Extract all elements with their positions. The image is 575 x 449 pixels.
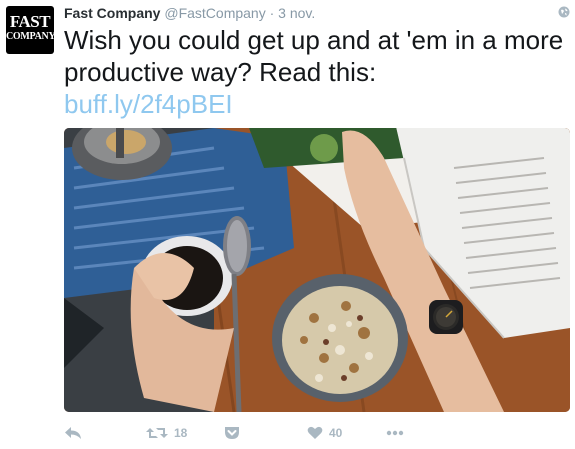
retweet-icon — [146, 428, 168, 438]
tweet-link[interactable]: buff.ly/2f4pBEI — [64, 88, 564, 120]
reply-button[interactable] — [64, 426, 82, 440]
retweet-button[interactable]: 18 — [146, 426, 187, 440]
tweet-actions: 18 40 — [64, 424, 570, 446]
retweet-count: 18 — [174, 426, 188, 440]
more-icon — [386, 430, 404, 436]
reply-icon — [65, 427, 81, 439]
avatar-logo-top: FAST — [9, 12, 51, 31]
author-handle[interactable]: @FastCompany — [164, 5, 265, 21]
author-name[interactable]: Fast Company — [64, 5, 160, 21]
pocket-button[interactable] — [224, 426, 240, 440]
separator-dot: · — [269, 5, 275, 21]
avatar[interactable]: FAST COMPANY — [6, 6, 54, 54]
like-button[interactable]: 40 — [307, 426, 342, 440]
globe-icon — [558, 6, 570, 18]
tweet-text: Wish you could get up and at 'em in a mo… — [64, 24, 564, 120]
media-photo[interactable] — [64, 128, 570, 412]
tweet-header: Fast Company @FastCompany · 3 nov. — [64, 4, 315, 22]
tweet-body: Wish you could get up and at 'em in a mo… — [64, 25, 564, 87]
tweet-timestamp[interactable]: 3 nov. — [278, 5, 315, 21]
more-button[interactable] — [386, 426, 404, 440]
heart-icon — [307, 426, 323, 439]
pocket-icon — [225, 427, 239, 439]
like-count: 40 — [329, 426, 343, 440]
avatar-logo-bottom: COMPANY — [6, 31, 54, 42]
